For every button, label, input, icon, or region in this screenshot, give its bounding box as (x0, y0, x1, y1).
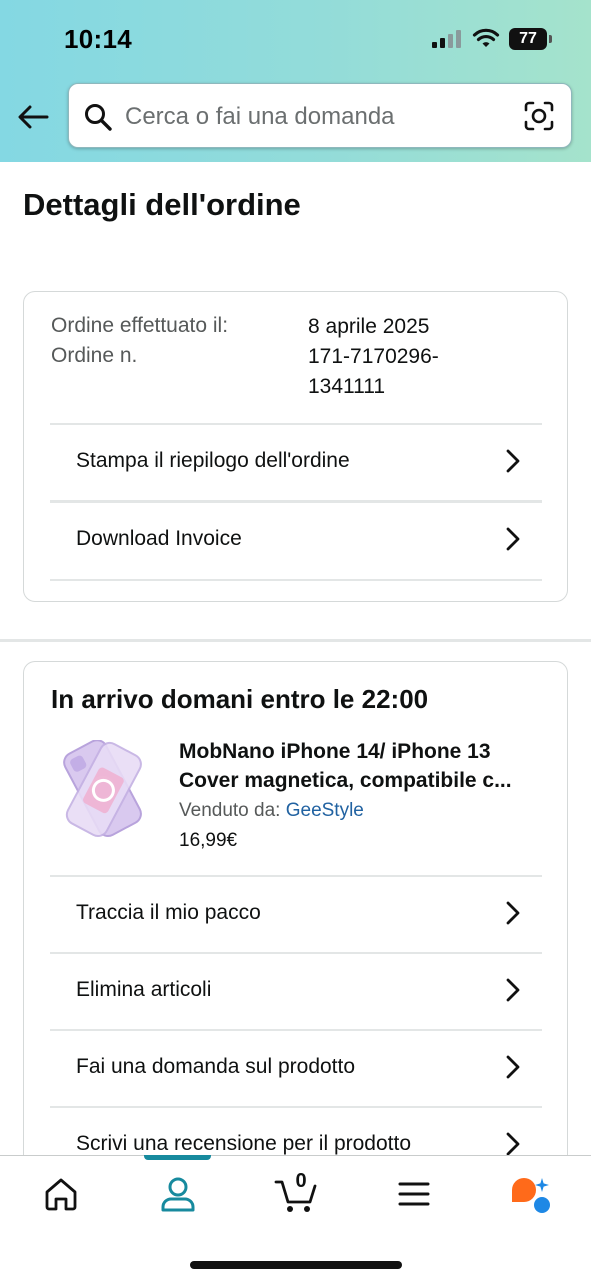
cart-button[interactable]: 0 (274, 1170, 318, 1214)
write-review-label: Scrivi una recensione per il prodotto (76, 1132, 412, 1155)
order-number-label: Ordine n. (51, 344, 138, 367)
ask-question-label: Fai una domanda sul prodotto (76, 1055, 356, 1078)
order-number-value: 171-7170296-1341111 (308, 345, 439, 398)
delete-items-row[interactable]: Elimina articoli (50, 952, 542, 1028)
chevron-right-icon (506, 1055, 520, 1079)
search-icon (85, 104, 112, 131)
app-header: 10:14 77 Cerca o fai una domanda (0, 0, 591, 162)
download-invoice-label: Download Invoice (76, 527, 242, 550)
page-title: Dettagli dell'ordine (23, 187, 301, 222)
bottom-navigation: 0 (0, 1155, 591, 1280)
cart-count: 0 (295, 1170, 307, 1192)
search-bar[interactable]: Cerca o fai una domanda (68, 83, 572, 148)
order-summary-card: Ordine effettuato il: 8 aprile 2025 Ordi… (23, 291, 568, 602)
delete-items-label: Elimina articoli (76, 978, 212, 1001)
print-summary-row[interactable]: Stampa il riepilogo dell'ordine (50, 423, 542, 499)
sold-by-label: Venduto da: (179, 800, 281, 821)
product-price: 16,99€ (179, 830, 238, 851)
track-package-label: Traccia il mio pacco (76, 901, 261, 924)
divider (50, 579, 542, 581)
product-title[interactable]: MobNano iPhone 14/ iPhone 13 Cover magne… (179, 737, 549, 795)
track-package-row[interactable]: Traccia il mio pacco (50, 875, 542, 951)
account-icon[interactable] (158, 1174, 198, 1214)
order-date-value: 8 aprile 2025 (308, 315, 430, 338)
ask-question-row[interactable]: Fai una domanda sul prodotto (50, 1029, 542, 1105)
battery-icon: 77 (509, 28, 553, 50)
product-image[interactable] (50, 740, 156, 838)
chevron-right-icon (506, 527, 520, 551)
download-invoice-row[interactable]: Download Invoice (50, 501, 542, 577)
assistant-icon[interactable] (508, 1174, 552, 1214)
back-arrow-icon[interactable] (16, 100, 50, 134)
wifi-icon (472, 28, 500, 47)
search-input[interactable]: Cerca o fai una domanda (125, 103, 395, 131)
chevron-right-icon (506, 449, 520, 473)
status-time: 10:14 (64, 24, 132, 54)
print-summary-label: Stampa il riepilogo dell'ordine (76, 449, 350, 472)
home-icon[interactable] (41, 1174, 81, 1214)
delivery-title: In arrivo domani entro le 22:00 (51, 684, 429, 714)
product-title-line2: Cover magnetica, compatibile c... (179, 769, 512, 792)
seller-link[interactable]: GeeStyle (286, 800, 364, 821)
sold-by: Venduto da: GeeStyle (179, 800, 364, 822)
chevron-right-icon (506, 1132, 520, 1156)
chevron-right-icon (506, 901, 520, 925)
chevron-right-icon (506, 978, 520, 1002)
section-separator (0, 639, 591, 642)
camera-scan-icon[interactable] (523, 100, 555, 132)
signal-icon (432, 30, 461, 48)
active-tab-indicator (144, 1155, 211, 1160)
order-date-label: Ordine effettuato il: (51, 314, 229, 337)
menu-icon[interactable] (394, 1174, 434, 1214)
home-indicator (190, 1261, 402, 1269)
product-title-line1: MobNano iPhone 14/ iPhone 13 (179, 740, 491, 763)
battery-level: 77 (509, 28, 547, 50)
